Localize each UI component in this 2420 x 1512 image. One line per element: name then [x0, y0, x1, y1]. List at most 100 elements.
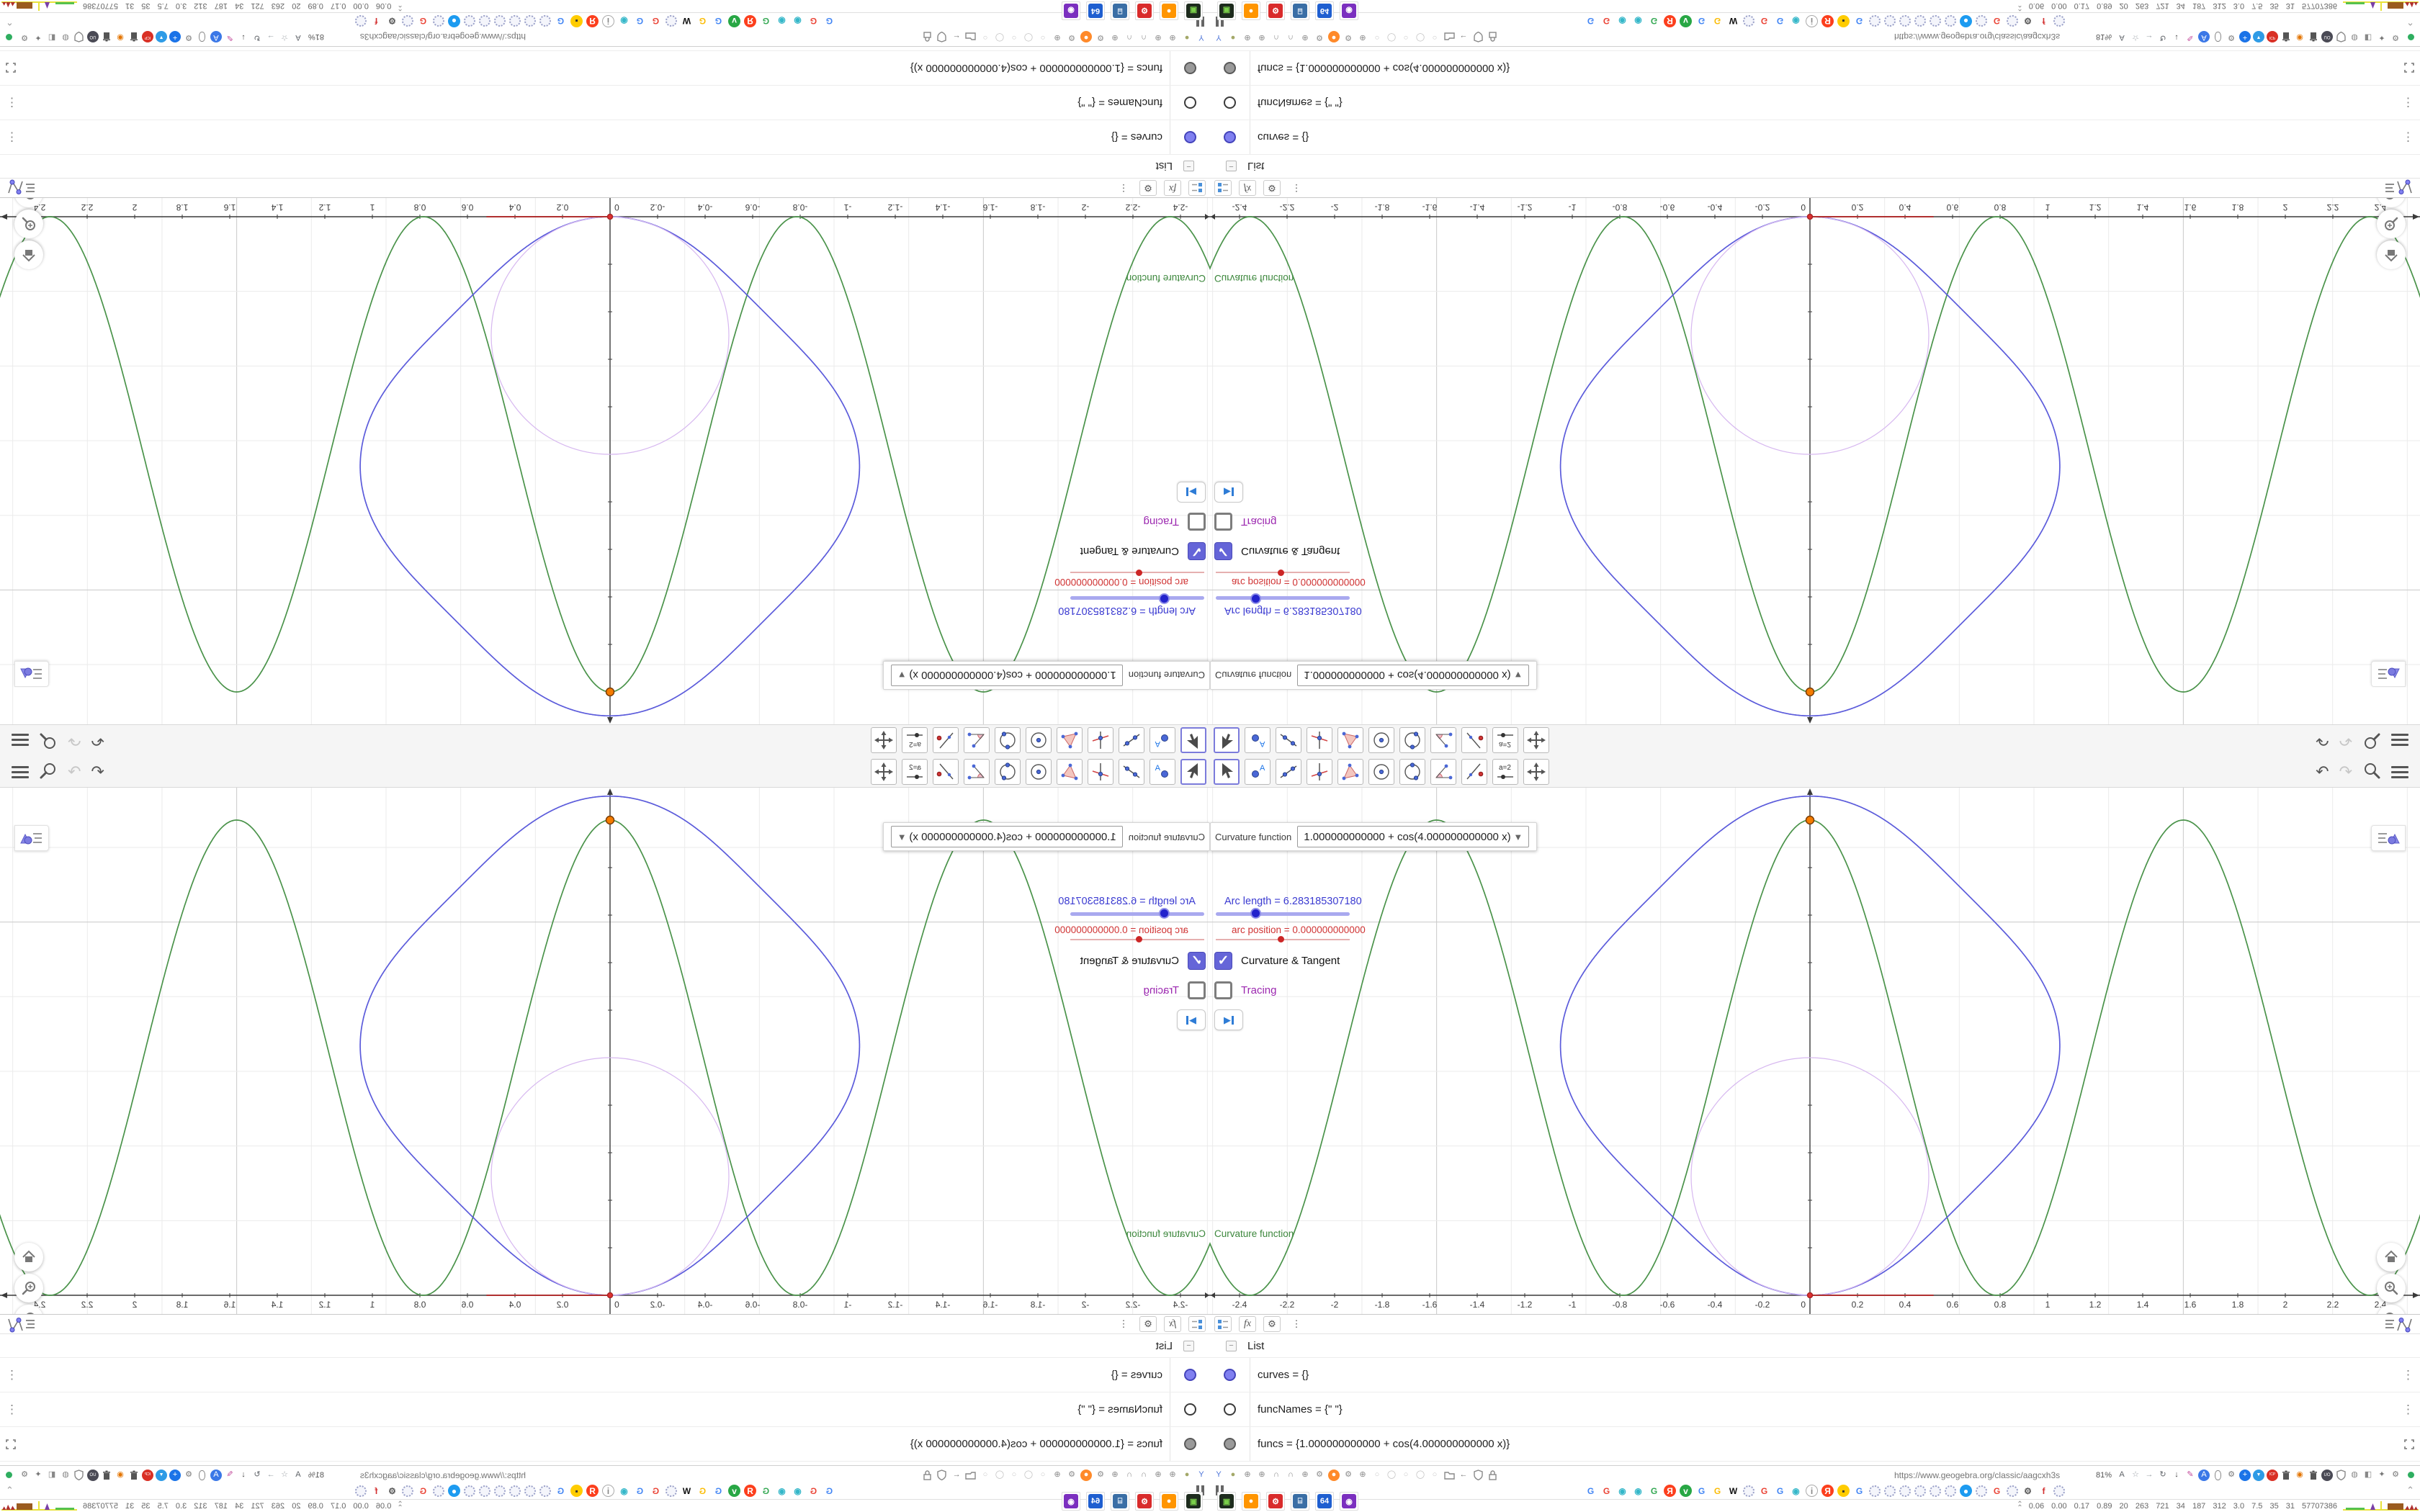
redo-icon[interactable]: ↷ [2339, 764, 2352, 780]
bookmark-favicon[interactable]: ◉ [1632, 15, 1644, 27]
curvature-tangent-checkbox[interactable]: ✓ [1214, 542, 1232, 560]
arc-icon[interactable]: ∩ [1124, 32, 1135, 43]
tab-dot-icon[interactable]: ○ [980, 32, 991, 43]
firefox-icon[interactable]: ● [1080, 31, 1092, 43]
puzzle-icon[interactable]: ◧ [46, 32, 58, 43]
settings-app-icon[interactable]: ⚙ [1135, 1, 1154, 20]
object-visibility-circle[interactable] [1184, 96, 1196, 109]
expand-icon[interactable] [2404, 1427, 2414, 1461]
bookmark-favicon[interactable]: Я [1664, 15, 1676, 27]
tab-dot-icon[interactable]: ◯ [1415, 1470, 1426, 1481]
tab-dot-icon[interactable]: ○ [1037, 1470, 1049, 1481]
owl-app-icon[interactable]: ◉ [1062, 1, 1080, 20]
screenshot-app-icon[interactable]: ⌸ [1291, 1, 1309, 20]
screenshot-app-icon[interactable]: ⌸ [1111, 1492, 1129, 1511]
bookmark-favicon[interactable] [2053, 1485, 2065, 1497]
bookmark-favicon[interactable] [464, 1485, 475, 1497]
curvature-tangent-checkbox[interactable]: ✓ [1214, 952, 1232, 970]
gear-icon[interactable]: ⚙ [1139, 1316, 1157, 1332]
shield-gray-icon[interactable] [73, 32, 85, 43]
line-tool[interactable] [1119, 758, 1144, 785]
bookmark-favicon[interactable]: v [728, 1485, 740, 1497]
bookmark-favicon[interactable]: G [1600, 15, 1613, 27]
balloon-icon[interactable]: Y [1213, 1470, 1224, 1481]
bookmark-favicon[interactable]: ● [448, 1485, 460, 1497]
bookmark-favicon[interactable]: G [1853, 1485, 1865, 1497]
puzzle-icon[interactable]: ◧ [46, 1470, 58, 1481]
tab-dot-icon[interactable]: ◯ [994, 32, 1005, 43]
bookmark-favicon[interactable] [479, 1485, 490, 1497]
algebra-expression[interactable]: curves = {} [1111, 131, 1162, 143]
globe-icon[interactable]: ⊕ [1152, 32, 1164, 43]
shield-gray-icon[interactable] [2335, 1470, 2347, 1481]
bookmark-favicon[interactable]: Я [1664, 1485, 1676, 1497]
bookmark-favicon[interactable]: W [681, 15, 693, 27]
arc-icon[interactable]: ∩ [1270, 1470, 1282, 1481]
graphics-view[interactable]: -2.4 -2.2 -2 -1.8 -1.6 -1.4 -1.2 -1 -0.8 -0.6 -0.4… [1210, 179, 2420, 724]
translate-icon[interactable]: A [292, 1470, 304, 1481]
bookmark-favicon[interactable] [1930, 1485, 1941, 1497]
arc-position-knob[interactable] [1135, 936, 1142, 942]
bookmark-favicon[interactable]: ● [448, 15, 460, 27]
chevron-down-icon[interactable]: ▼ [1513, 832, 1523, 842]
translate-icon[interactable]: A [292, 32, 304, 43]
move-tool[interactable] [1214, 758, 1240, 785]
bookmark-favicon[interactable] [1899, 15, 1911, 27]
pen-icon[interactable]: ✎ [2184, 32, 2196, 43]
icp-icon[interactable]: ICP [142, 31, 153, 43]
visibility-toggle[interactable] [1170, 86, 1210, 120]
uo-badge-icon[interactable]: UO [2321, 1469, 2333, 1481]
lock-icon[interactable] [1487, 1470, 1498, 1481]
object-visibility-circle[interactable] [1184, 131, 1196, 143]
olive-dot-icon[interactable]: ● [1227, 1470, 1239, 1481]
polygon-tool[interactable] [1057, 727, 1083, 754]
list-group-header[interactable]: − List [0, 1334, 1210, 1358]
fx-icon[interactable]: fx [1164, 1316, 1181, 1332]
mouse-icon[interactable] [2212, 32, 2223, 43]
trash-icon[interactable] [2280, 1470, 2292, 1481]
bookmark-favicon[interactable]: ⚙ [2022, 1485, 2034, 1497]
algebra-row[interactable]: curves = {} ⋮ [0, 1358, 1210, 1392]
balloon-icon[interactable]: Y [1196, 1470, 1207, 1481]
visibility-toggle[interactable] [1170, 120, 1210, 154]
redo-icon[interactable]: ↷ [2339, 732, 2352, 750]
algebra-expression[interactable]: funcs = {1.000000000000 + cos(4.00000000… [1258, 1438, 1510, 1450]
star-icon[interactable]: ☆ [2130, 1470, 2141, 1481]
stylebar-toggle[interactable] [14, 661, 49, 687]
tracing-checkbox[interactable] [1188, 981, 1206, 999]
bin-icon[interactable] [101, 1470, 112, 1481]
back-arrow-icon[interactable]: ← [951, 32, 962, 43]
bookmark-favicon[interactable]: G [417, 1485, 429, 1497]
bookmark-favicon[interactable] [666, 1485, 677, 1497]
algebra-expression[interactable]: funcs = {1.000000000000 + cos(4.00000000… [1258, 62, 1510, 74]
bookmark-favicon[interactable]: G [1711, 1485, 1724, 1497]
uo-badge-icon[interactable]: UO [2321, 31, 2333, 43]
slider-tool[interactable]: a=2 [1492, 758, 1518, 785]
gear-icon[interactable]: ⚙ [183, 1470, 194, 1481]
polygon-tool[interactable] [1057, 758, 1083, 785]
bookmark-favicon[interactable]: G [760, 1485, 772, 1497]
object-visibility-circle[interactable] [1184, 1369, 1196, 1381]
reflect-tool[interactable] [933, 758, 959, 785]
menu-icon[interactable] [12, 765, 29, 778]
circle-center-tool[interactable] [1026, 758, 1052, 785]
translate-blue-icon[interactable]: A [2198, 31, 2210, 43]
tab-dot-icon[interactable]: ◯ [1415, 32, 1426, 43]
globe-orange-icon[interactable]: ◉ [2294, 1470, 2305, 1481]
bookmark-favicon[interactable] [1945, 1485, 1956, 1497]
bookmark-favicon[interactable]: G [1853, 15, 1865, 27]
stylebar-toggle[interactable] [2371, 825, 2406, 851]
translate-blue-icon[interactable]: A [210, 31, 222, 43]
object-visibility-circle[interactable] [1224, 1438, 1236, 1450]
bookmark-favicon[interactable]: G [696, 1485, 709, 1497]
arc-length-knob[interactable] [1159, 908, 1170, 919]
bookmark-favicon[interactable] [1914, 1485, 1926, 1497]
bookmark-favicon[interactable]: G [823, 15, 835, 27]
bookmark-favicon[interactable] [539, 1485, 551, 1497]
bookmark-favicon[interactable]: ▪ [1837, 15, 1850, 27]
globe-icon[interactable]: ⊕ [1299, 1470, 1311, 1481]
visibility-toggle[interactable] [1210, 1392, 1250, 1426]
algebra-expression[interactable]: curves = {} [1258, 131, 1309, 143]
icp-icon[interactable]: ICP [2267, 31, 2278, 43]
shield-gray-icon[interactable] [73, 1470, 85, 1481]
